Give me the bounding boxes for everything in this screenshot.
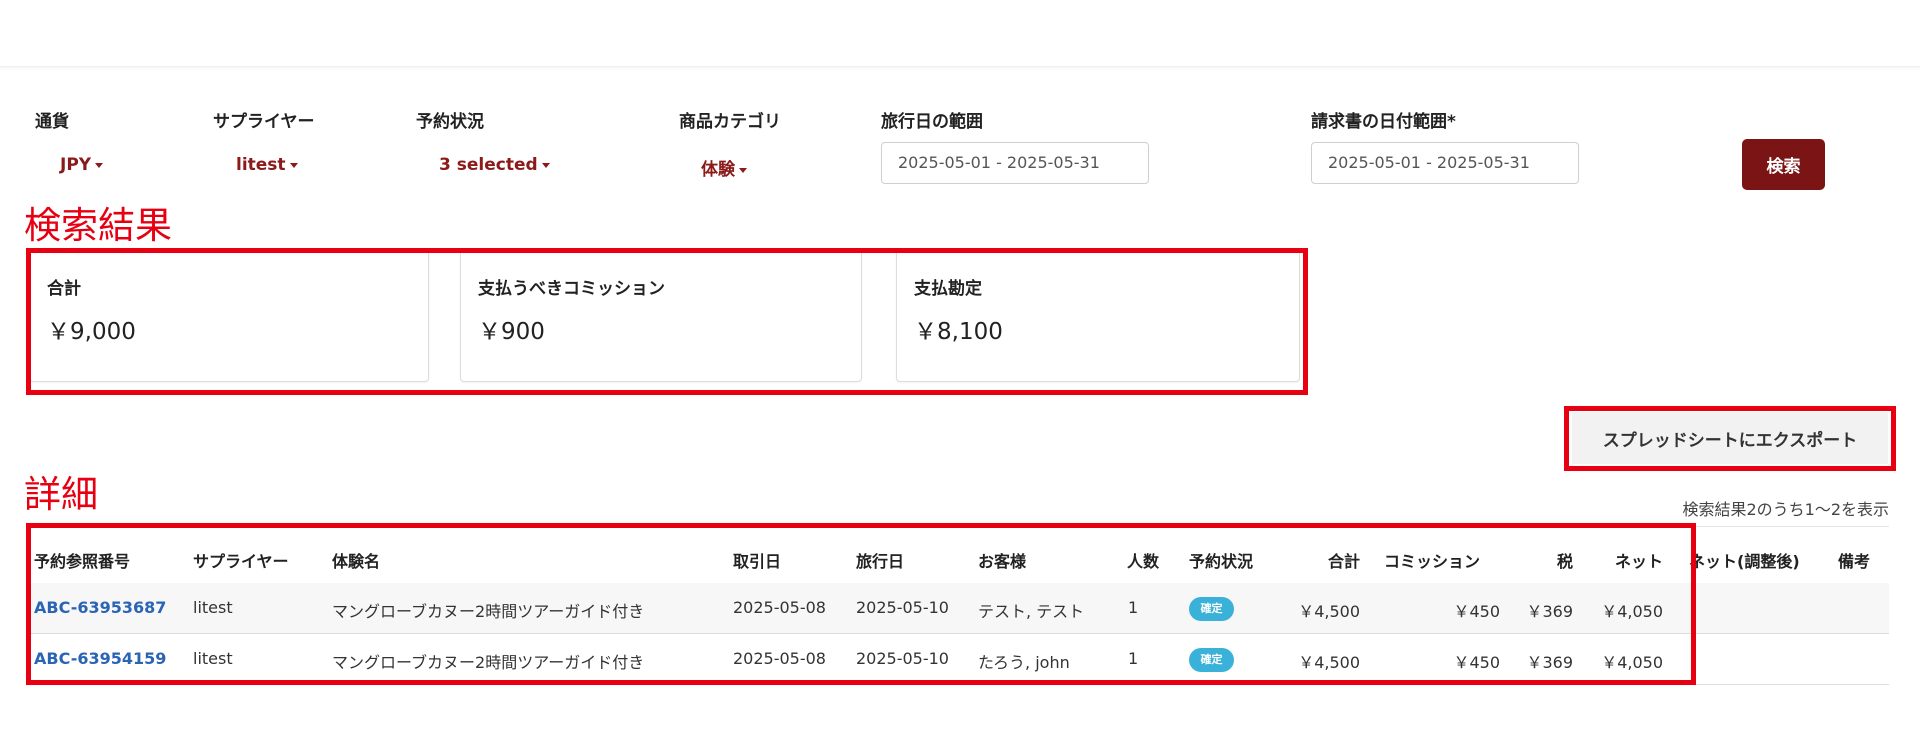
results-annotation-box xyxy=(26,248,1308,395)
caret-down-icon xyxy=(739,167,747,173)
travel-date-label: 旅行日の範囲 xyxy=(881,112,983,132)
category-dropdown[interactable]: 体験 xyxy=(701,155,747,180)
invoice-date-range-input[interactable]: 2025-05-01 - 2025-05-31 xyxy=(1311,142,1579,184)
status-value: 3 selected xyxy=(439,155,538,175)
invoice-date-label: 請求書の日付範囲* xyxy=(1311,112,1456,132)
category-filter-label: 商品カテゴリ xyxy=(679,112,781,132)
export-annotation-box xyxy=(1564,406,1896,471)
results-annotation-heading: 検索結果 xyxy=(24,204,172,247)
status-dropdown[interactable]: 3 selected xyxy=(439,155,550,175)
currency-value: JPY xyxy=(60,155,92,175)
supplier-value: litest xyxy=(236,155,286,175)
status-filter-label: 予約状況 xyxy=(416,112,484,132)
col-header-net-adjusted: ネット(調整後) xyxy=(1689,552,1800,571)
supplier-filter-label: サプライヤー xyxy=(213,112,315,132)
search-button[interactable]: 検索 xyxy=(1742,139,1825,190)
category-value: 体験 xyxy=(701,160,735,180)
caret-down-icon xyxy=(541,162,550,168)
currency-dropdown[interactable]: JPY xyxy=(60,155,104,175)
caret-down-icon xyxy=(289,162,298,168)
details-annotation-heading: 詳細 xyxy=(24,473,98,516)
currency-filter-label: 通貨 xyxy=(35,112,69,132)
top-navigation-bar xyxy=(0,0,1920,67)
details-annotation-box xyxy=(26,523,1696,685)
caret-down-icon xyxy=(95,162,104,168)
col-header-notes: 備考 xyxy=(1838,552,1871,571)
supplier-dropdown[interactable]: litest xyxy=(236,155,298,175)
travel-date-range-input[interactable]: 2025-05-01 - 2025-05-31 xyxy=(881,142,1149,184)
result-count: 検索結果2のうち1〜2を表示 xyxy=(1682,500,1889,519)
